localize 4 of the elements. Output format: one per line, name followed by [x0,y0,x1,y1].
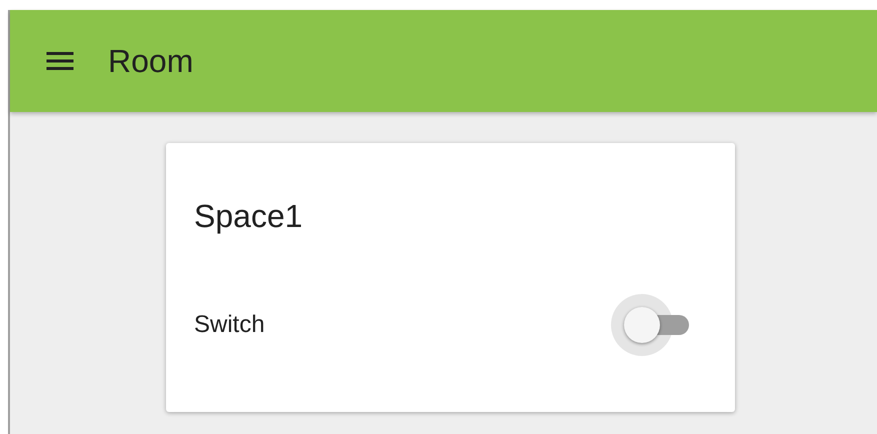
card-title: Space1 [194,198,303,235]
page-title: Room [108,42,194,80]
toggle-switch[interactable] [611,293,691,357]
switch-label: Switch [194,311,265,339]
